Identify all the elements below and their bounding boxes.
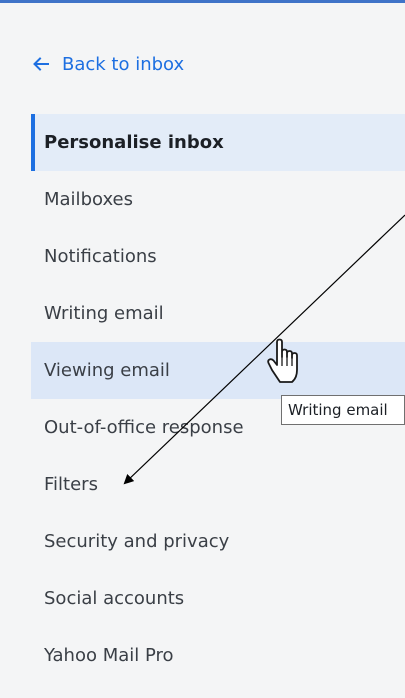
menu-item-label: Social accounts [44,588,185,609]
back-to-inbox-link[interactable]: Back to inbox [32,49,184,79]
menu-item-security-privacy[interactable]: Security and privacy [31,513,405,570]
menu-item-filters[interactable]: Filters [31,456,405,513]
top-accent-bar [0,0,405,3]
hand-pointer-icon [267,338,298,383]
menu-item-yahoo-mail-pro[interactable]: Yahoo Mail Pro [31,627,405,684]
menu-item-label: Writing email [44,303,164,324]
menu-item-label: Yahoo Mail Pro [44,645,174,666]
menu-item-label: Security and privacy [44,531,230,552]
tooltip: Writing email [281,395,405,425]
menu-item-label: Notifications [44,246,157,267]
menu-item-label: Out-of-office response [44,417,244,438]
menu-item-label: Mailboxes [44,189,133,210]
menu-item-personalise-inbox[interactable]: Personalise inbox [31,114,405,171]
menu-item-label: Personalise inbox [44,132,224,153]
menu-item-social-accounts[interactable]: Social accounts [31,570,405,627]
menu-item-viewing-email[interactable]: Viewing email [31,342,405,399]
back-to-inbox-label: Back to inbox [62,53,185,75]
menu-item-label: Filters [44,474,98,495]
menu-item-mailboxes[interactable]: Mailboxes [31,171,405,228]
left-arrow-icon [33,57,49,71]
tooltip-text: Writing email [288,401,388,419]
menu-item-notifications[interactable]: Notifications [31,228,405,285]
menu-item-label: Viewing email [44,360,170,381]
menu-item-writing-email[interactable]: Writing email [31,285,405,342]
